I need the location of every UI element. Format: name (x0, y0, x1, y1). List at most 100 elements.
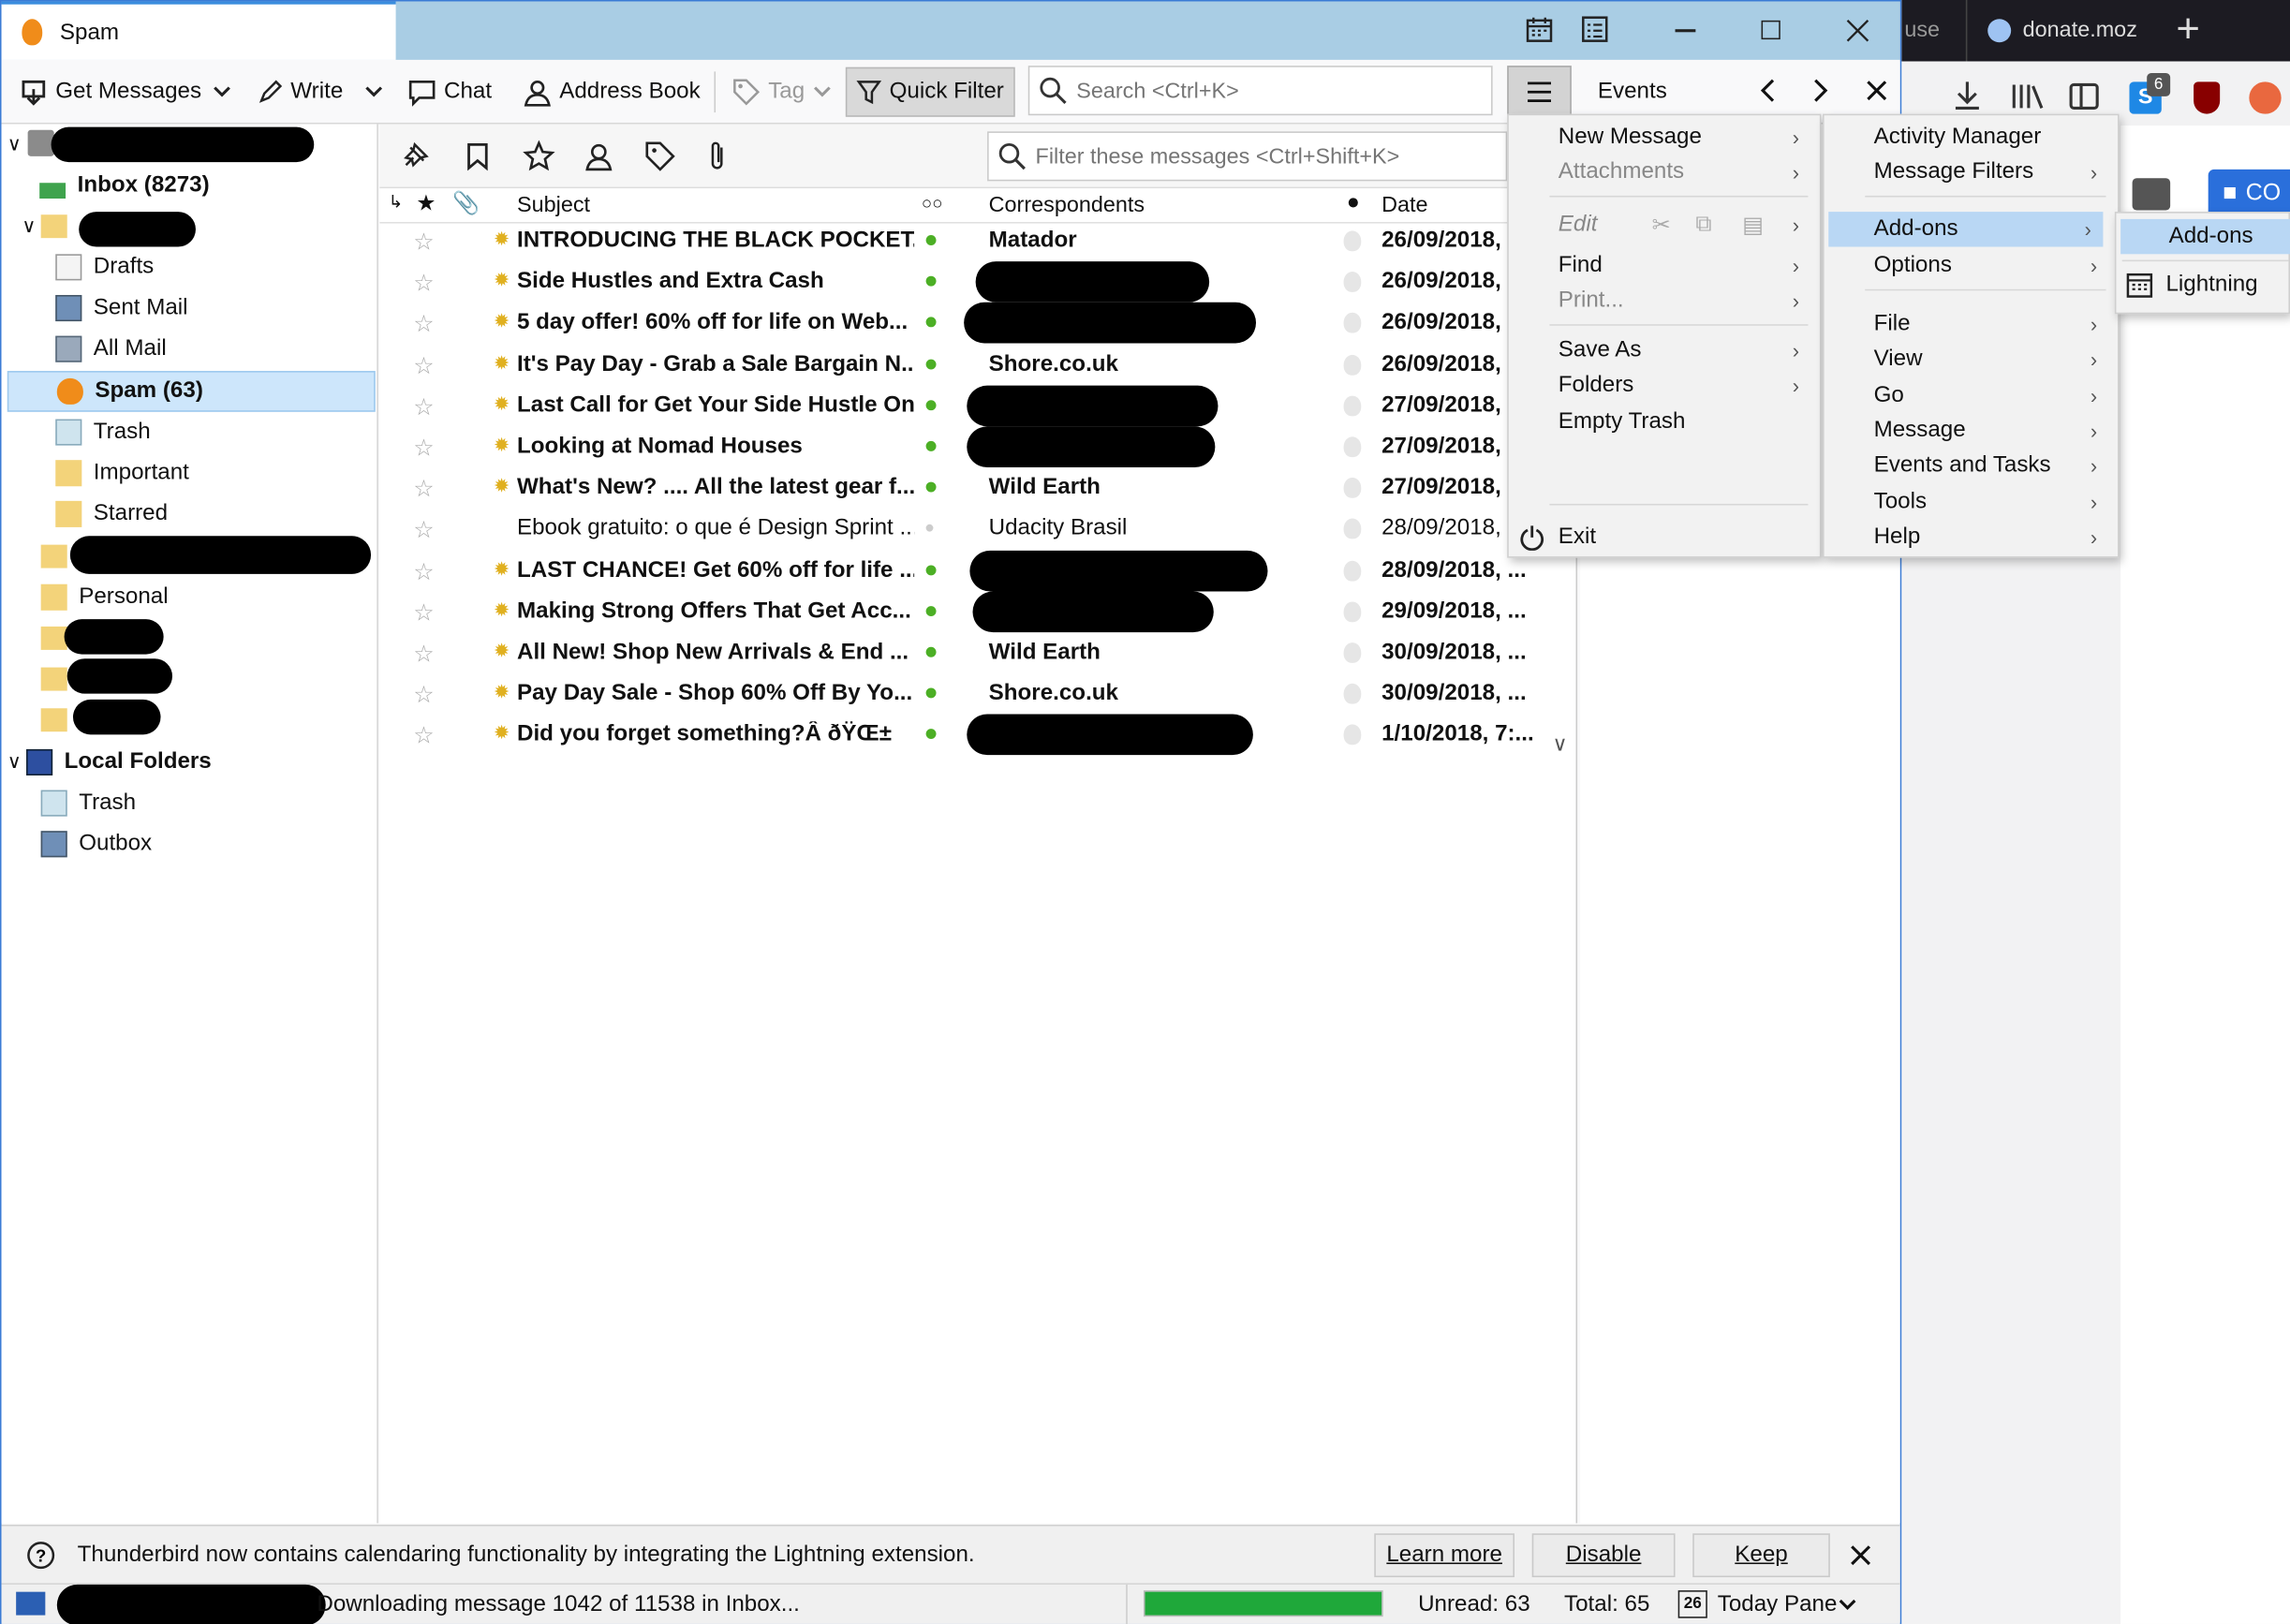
message-row[interactable]: ☆ ✹ What's New? .... All the latest gear f… (379, 467, 1577, 509)
message-row[interactable]: ☆ ✹ Did you forget something?Â ðŸŒ± 1/10/20… (379, 715, 1577, 756)
read-status-dot[interactable] (925, 235, 937, 245)
minimize-icon[interactable] (1675, 29, 1696, 32)
junk-status-icon[interactable] (1343, 519, 1362, 539)
star-icon[interactable]: ☆ (413, 722, 434, 751)
star-icon[interactable] (523, 140, 555, 172)
menu-folders[interactable]: Folders › (1509, 368, 1820, 403)
menu-new-message[interactable]: New Message › (1509, 120, 1820, 155)
folder-drafts[interactable]: Drafts (2, 247, 378, 288)
thread-icon[interactable]: ↳ (389, 191, 404, 212)
menu-attachments[interactable]: Attachments › (1509, 155, 1820, 189)
attachment-icon[interactable] (707, 139, 728, 173)
close-icon[interactable] (1851, 1545, 1871, 1566)
chevron-down-icon[interactable] (363, 81, 384, 102)
menu-message-filters[interactable]: Message Filters › (1825, 155, 2118, 189)
junk-status-icon[interactable] (1343, 725, 1362, 746)
menu-print[interactable]: Print... › (1509, 284, 1820, 318)
search-input[interactable] (1076, 76, 1485, 106)
pin-icon[interactable] (400, 141, 429, 170)
contact-icon[interactable] (583, 140, 614, 172)
read-status-dot[interactable] (925, 729, 937, 740)
maximize-icon[interactable] (1761, 20, 1780, 40)
message-row[interactable]: ☆ ✹ Looking at Nomad Houses 27/09/2018, (379, 426, 1577, 467)
star-icon[interactable]: ☆ (413, 598, 434, 627)
menu-tools[interactable]: Tools › (1825, 485, 2118, 520)
online-status-icon[interactable] (16, 1591, 46, 1616)
junk-status-icon[interactable] (1343, 478, 1362, 499)
folder-starred[interactable]: Starred (2, 494, 378, 535)
unread-icon[interactable] (465, 141, 491, 171)
message-row[interactable]: ☆ ✹ 5 day offer! 60% off for life on Web..… (379, 303, 1577, 345)
folder-important[interactable]: Important (2, 452, 378, 494)
disable-button[interactable]: Disable (1531, 1533, 1676, 1578)
read-status-dot[interactable] (925, 687, 937, 699)
app-menu-button[interactable] (1507, 66, 1572, 116)
read-status-dot[interactable] (925, 646, 937, 657)
junk-status-icon[interactable] (1343, 436, 1362, 458)
message-row[interactable]: ☆ ✹ LAST CHANCE! Get 60% off for life ... 2… (379, 550, 1577, 591)
folder-local-trash[interactable]: Trash (2, 783, 378, 824)
star-icon[interactable]: ☆ (413, 228, 434, 257)
read-status-dot[interactable] (925, 481, 937, 493)
cut-icon[interactable]: ✂ (1652, 211, 1671, 239)
star-icon[interactable]: ☆ (413, 269, 434, 298)
firefox-tab-partial[interactable]: use (1904, 18, 1940, 43)
today-pane-toggle[interactable]: Today Pane (1718, 1592, 1838, 1618)
menu-activity-manager[interactable]: Activity Manager (1825, 120, 2118, 155)
folder-all-mail[interactable]: All Mail (2, 329, 378, 370)
message-row[interactable]: ☆ ✹ Making Strong Offers That Get Acc... 29… (379, 591, 1577, 632)
copy-icon[interactable]: ⧉ (1695, 212, 1711, 238)
read-status-dot[interactable] (925, 358, 937, 369)
message-row[interactable]: ☆ ✹ It's Pay Day - Grab a Sale Bargain N..… (379, 344, 1577, 385)
folder-inbox[interactable]: Inbox (8273) (2, 165, 378, 206)
new-tab-icon[interactable]: + (2176, 6, 2200, 52)
menu-addons-manager[interactable]: Add-ons (2120, 218, 2290, 255)
duckduckgo-icon[interactable] (2249, 81, 2282, 114)
menu-view[interactable]: View › (1825, 342, 2118, 376)
message-row[interactable]: ☆ ✹ Side Hustles and Extra Cash 26/09/2018, (379, 261, 1577, 303)
star-column-icon[interactable]: ★ (416, 190, 436, 216)
chevron-down-icon[interactable]: ∨ (22, 214, 36, 238)
address-book-button[interactable]: Address Book (523, 60, 701, 125)
read-status-dot[interactable] (925, 399, 937, 410)
junk-status-icon[interactable] (1343, 230, 1362, 252)
firefox-tab-donate[interactable]: donate.moz (1965, 0, 2170, 62)
menu-find[interactable]: Find › (1509, 248, 1820, 283)
library-icon[interactable] (2010, 81, 2045, 111)
calendar-icon[interactable] (1525, 15, 1554, 44)
read-status-dot[interactable] (925, 564, 937, 575)
paste-icon[interactable]: ▤ (1742, 211, 1764, 239)
read-status-dot[interactable] (925, 276, 937, 287)
star-icon[interactable]: ☆ (413, 557, 434, 586)
download-icon[interactable] (1951, 79, 1983, 111)
junk-status-icon[interactable] (1343, 684, 1362, 704)
correspondents-column[interactable]: Correspondents (989, 193, 1145, 218)
menu-addons[interactable]: Add-ons › (1828, 212, 2104, 247)
folder-outbox[interactable]: Outbox (2, 823, 378, 864)
folder-trash[interactable]: Trash (2, 412, 378, 453)
tasks-icon[interactable] (1580, 15, 1609, 44)
menu-file[interactable]: File › (1825, 306, 2118, 341)
write-button[interactable]: Write (257, 60, 343, 125)
close-events-icon[interactable] (1865, 79, 1888, 102)
menu-exit[interactable]: Exit (1509, 520, 1820, 554)
chevron-down-icon[interactable] (212, 81, 232, 102)
junk-status-icon[interactable] (1343, 642, 1362, 663)
read-status-dot[interactable] (925, 440, 937, 451)
star-icon[interactable]: ☆ (413, 392, 434, 421)
window-tab[interactable]: Spam (1, 1, 396, 60)
message-row[interactable]: ☆ ✹ Last Call for Get Your Side Hustle On 2… (379, 385, 1577, 427)
star-icon[interactable]: ☆ (413, 516, 434, 545)
keep-button[interactable]: Keep (1692, 1533, 1830, 1578)
global-search[interactable] (1027, 66, 1493, 116)
star-icon[interactable]: ☆ (413, 681, 434, 710)
chevron-right-icon[interactable] (1810, 78, 1830, 104)
chevron-left-icon[interactable] (1758, 78, 1779, 104)
date-column[interactable]: Date (1381, 193, 1427, 218)
read-status-dot[interactable] (925, 524, 934, 533)
get-messages-button[interactable]: Get Messages (19, 60, 201, 125)
attachment-column-icon[interactable]: 📎 (452, 190, 480, 216)
filter-messages-field[interactable] (987, 131, 1508, 182)
star-icon[interactable]: ☆ (413, 351, 434, 380)
tag-icon[interactable] (644, 140, 676, 172)
